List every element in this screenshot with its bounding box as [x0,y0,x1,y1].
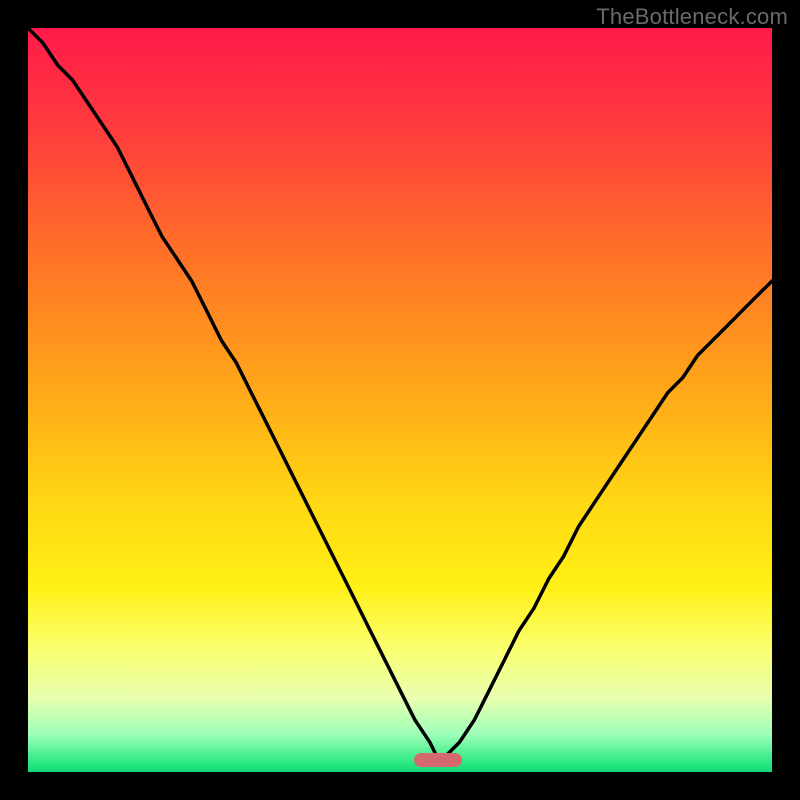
minimum-marker [414,753,462,767]
plot-area [28,28,772,772]
watermark-text: TheBottleneck.com [596,4,788,30]
chart-frame: TheBottleneck.com [0,0,800,800]
bottleneck-curve-path [28,28,772,757]
bottleneck-curve-svg [28,28,772,772]
